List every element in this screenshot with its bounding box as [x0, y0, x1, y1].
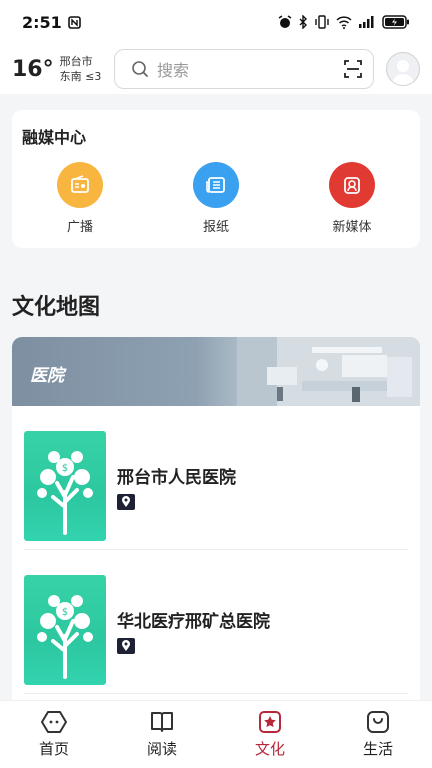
bottom-tab-bar: 首页 阅读 文化 生活	[0, 700, 432, 768]
location-pin-icon[interactable]	[117, 493, 135, 510]
culture-star-icon	[259, 711, 281, 733]
culture-map-card: 医院 $ 邢台市人民医院 $ 华北医疗邢矿总医院	[12, 337, 420, 700]
bluetooth-icon	[298, 15, 308, 29]
weather-widget[interactable]: 16° 邢台市 东南 ≤3	[12, 54, 114, 84]
newspaper-icon	[193, 162, 239, 208]
search-input[interactable]: 搜索	[114, 49, 374, 89]
battery-icon	[382, 15, 410, 29]
tab-label: 首页	[38, 740, 69, 758]
money-tree-icon: $	[37, 451, 93, 535]
category-banner[interactable]: 医院	[12, 337, 420, 406]
tab-label: 文化	[254, 740, 285, 758]
search-icon	[131, 60, 149, 78]
culture-map-title: 文化地图	[12, 295, 101, 320]
temperature: 16°	[12, 56, 54, 82]
list-item[interactable]: $ 邢台市人民医院	[24, 415, 408, 557]
svg-text:$: $	[62, 607, 68, 618]
hospital-thumbnail: $	[24, 575, 106, 685]
media-item-label: 新媒体	[332, 220, 372, 235]
hospital-room-image	[237, 337, 420, 406]
scan-icon[interactable]	[343, 59, 363, 79]
tab-home[interactable]: 首页	[0, 701, 108, 768]
status-time: 2:51	[22, 12, 62, 32]
weather-wind: 东南 ≤3	[59, 70, 102, 83]
media-item-radio[interactable]: 广播	[12, 162, 148, 235]
media-center-card: 融媒中心 广播 报纸 新媒体	[12, 110, 420, 248]
tab-life[interactable]: 生活	[324, 701, 432, 768]
location-pin-icon[interactable]	[117, 637, 135, 654]
divider	[24, 693, 408, 694]
hospital-name: 华北医疗邢矿总医院	[117, 611, 270, 632]
category-label: 医院	[30, 366, 64, 386]
life-bag-icon	[367, 711, 389, 733]
tab-label: 阅读	[146, 740, 177, 758]
top-header: 16° 邢台市 东南 ≤3 搜索	[0, 44, 432, 94]
tab-culture[interactable]: 文化	[216, 701, 324, 768]
svg-text:$: $	[62, 463, 68, 474]
tab-read[interactable]: 阅读	[108, 701, 216, 768]
media-item-newspaper[interactable]: 报纸	[148, 162, 284, 235]
vibrate-icon	[314, 15, 330, 29]
media-item-label: 广播	[66, 220, 93, 235]
radio-icon	[57, 162, 103, 208]
new-media-icon	[329, 162, 375, 208]
hospital-thumbnail: $	[24, 431, 106, 541]
alarm-icon	[278, 15, 292, 29]
avatar[interactable]	[386, 52, 420, 86]
media-item-new-media[interactable]: 新媒体	[284, 162, 420, 235]
search-placeholder: 搜索	[157, 61, 190, 80]
tab-label: 生活	[362, 740, 393, 758]
money-tree-icon: $	[37, 595, 93, 679]
wifi-icon	[336, 15, 352, 29]
home-icon	[41, 711, 67, 733]
content-scroll[interactable]: 融媒中心 广播 报纸 新媒体 文化地图 医院 $ 邢台市人民医院 $ 华北医疗邢…	[0, 94, 432, 700]
media-center-title: 融媒中心	[22, 128, 87, 147]
list-item[interactable]: $ 华北医疗邢矿总医院	[24, 559, 408, 700]
signal-icon	[358, 16, 376, 28]
hospital-name: 邢台市人民医院	[117, 467, 236, 488]
status-bar: 2:51	[0, 0, 432, 44]
user-avatar-icon	[392, 60, 414, 85]
divider	[24, 549, 408, 550]
weather-city: 邢台市	[59, 55, 93, 68]
nfc-icon	[67, 15, 81, 29]
book-icon	[151, 712, 173, 732]
media-item-label: 报纸	[202, 220, 229, 235]
